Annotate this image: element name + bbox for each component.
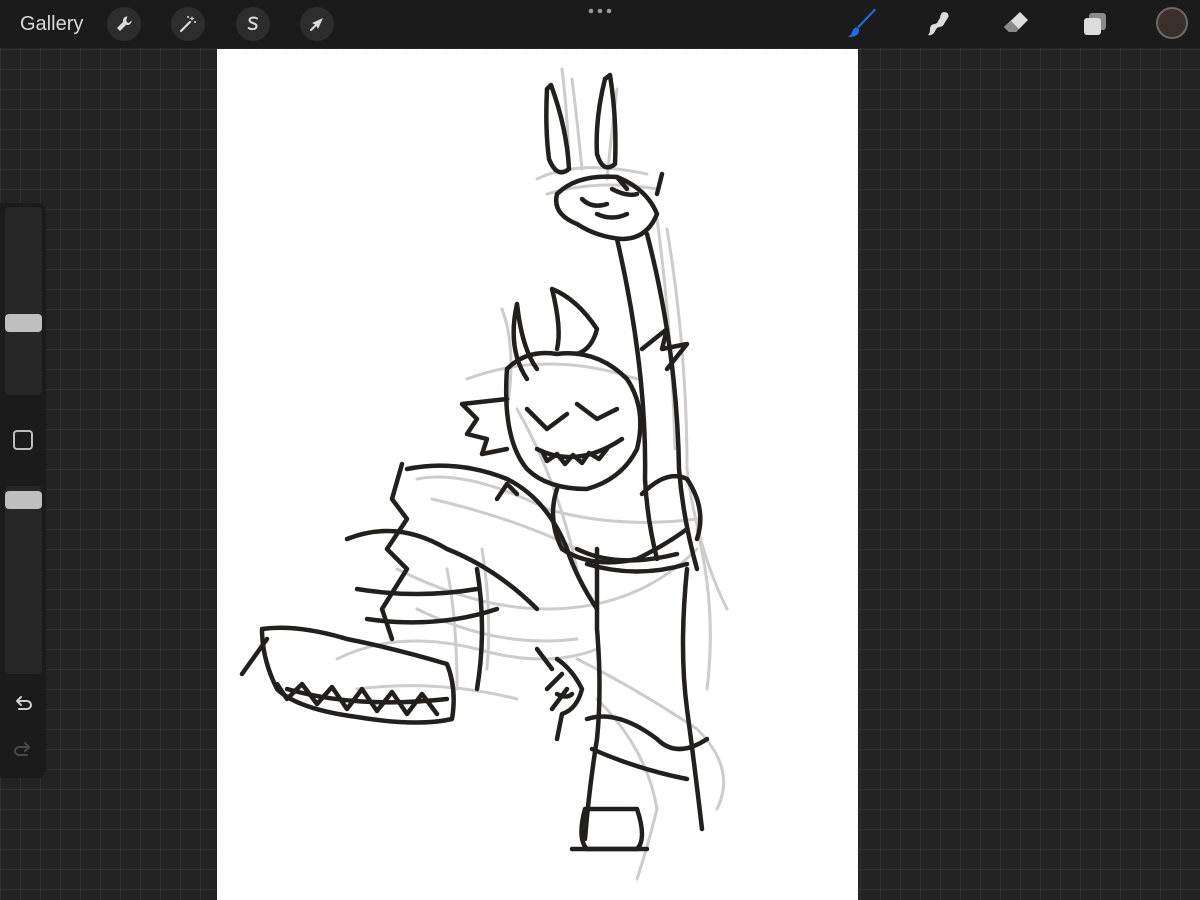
smudge-button[interactable] bbox=[921, 6, 957, 42]
layers-icon bbox=[1084, 13, 1106, 35]
drawing-canvas[interactable] bbox=[217, 49, 858, 900]
arrow-cursor-icon bbox=[310, 18, 323, 31]
magic-wand-icon bbox=[179, 16, 196, 33]
undo-icon bbox=[16, 696, 32, 710]
brush-opacity-slider[interactable] bbox=[5, 486, 42, 674]
brush-size-slider[interactable] bbox=[5, 207, 42, 395]
transform-button[interactable] bbox=[300, 7, 334, 41]
eraser-icon bbox=[1004, 12, 1028, 32]
brush-button[interactable] bbox=[844, 6, 880, 42]
brush-icon bbox=[848, 8, 876, 37]
gallery-button[interactable]: Gallery bbox=[20, 10, 83, 38]
ink-lineart-layer bbox=[239, 72, 710, 852]
selection-s-icon bbox=[247, 16, 258, 31]
brush-size-thumb[interactable] bbox=[5, 314, 42, 332]
sketch-artwork bbox=[239, 67, 729, 881]
undo-button[interactable] bbox=[10, 690, 36, 716]
adjustments-button[interactable] bbox=[171, 7, 205, 41]
color-picker-button[interactable] bbox=[1156, 7, 1188, 39]
left-sidebar bbox=[0, 203, 46, 778]
wrench-icon bbox=[117, 16, 132, 31]
selection-button[interactable] bbox=[236, 7, 270, 41]
actions-button[interactable] bbox=[107, 7, 141, 41]
more-dots-icon[interactable] bbox=[586, 4, 614, 18]
layers-button[interactable] bbox=[1077, 6, 1113, 42]
brush-opacity-thumb[interactable] bbox=[5, 491, 42, 509]
eraser-button[interactable] bbox=[998, 6, 1034, 42]
top-toolbar: Gallery bbox=[0, 0, 1200, 48]
modify-button[interactable] bbox=[13, 430, 33, 450]
smudge-icon bbox=[928, 12, 949, 36]
procreate-app: Gallery bbox=[0, 0, 1200, 900]
redo-icon bbox=[14, 742, 30, 756]
redo-button[interactable] bbox=[10, 736, 36, 762]
